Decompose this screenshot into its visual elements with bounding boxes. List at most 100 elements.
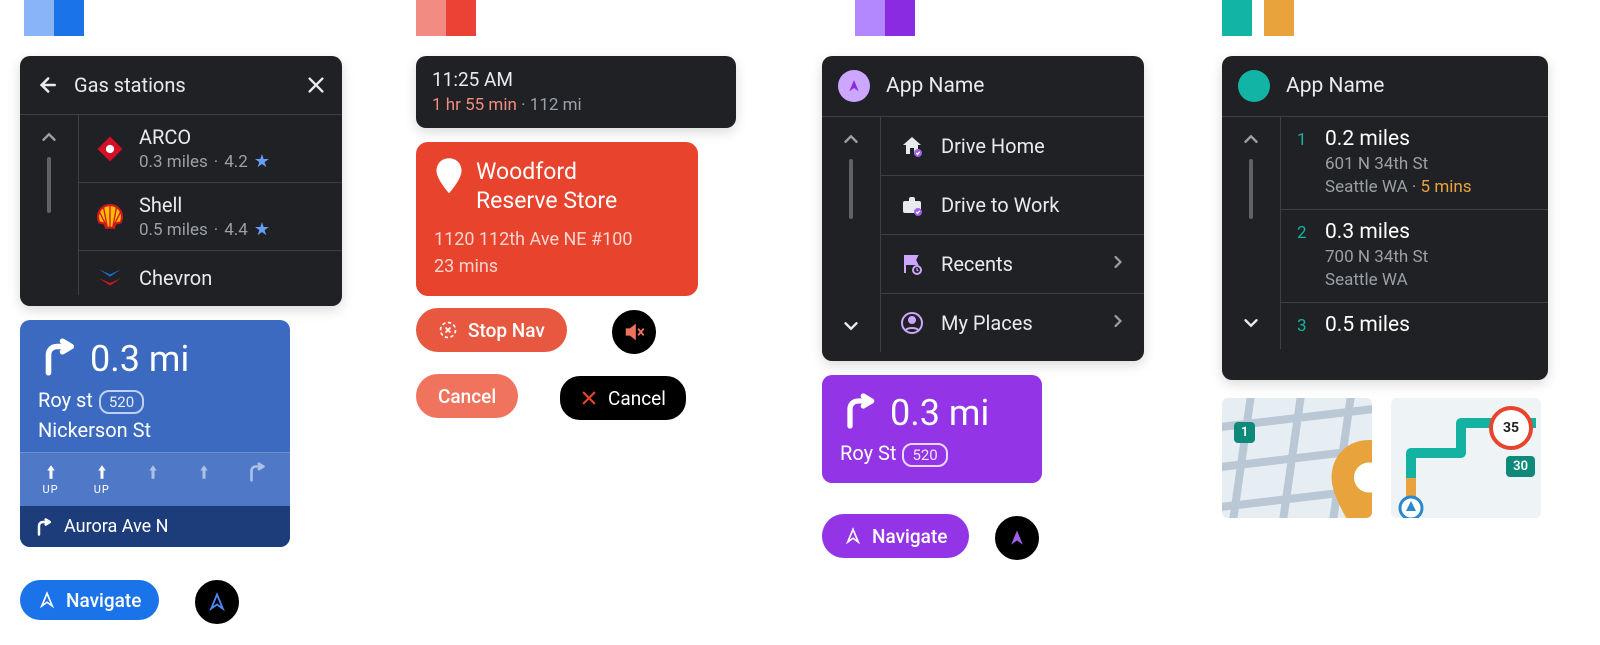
lane-icon (144, 461, 162, 496)
scroll-track (47, 157, 51, 213)
shell-logo-icon (93, 200, 127, 234)
navigate-label: Navigate (872, 525, 947, 548)
result-index: 1 (1297, 127, 1311, 197)
result-row[interactable]: 2 0.3 miles 700 N 34th St Seattle WA (1281, 210, 1548, 303)
close-icon[interactable] (302, 71, 330, 99)
back-icon[interactable] (32, 71, 60, 99)
nav-item-home[interactable]: Drive Home (881, 117, 1144, 176)
cancel-button[interactable]: Cancel (416, 374, 518, 418)
star-icon: ★ (254, 151, 270, 172)
nav-item-work[interactable]: Drive to Work (881, 176, 1144, 235)
result-row[interactable]: 1 0.2 miles 601 N 34th St Seattle WA · 5… (1281, 117, 1548, 210)
red-swatches (416, 0, 476, 36)
arco-logo-icon (93, 132, 127, 166)
marker-icon (1294, 440, 1372, 518)
scroll-track (849, 159, 853, 219)
cancel-label: Cancel (438, 385, 496, 408)
purple-compass-button[interactable] (993, 514, 1041, 562)
app-icon (1238, 70, 1270, 102)
nav-label: Drive Home (941, 134, 1045, 158)
teal-swatches (1222, 0, 1294, 36)
navigate-button[interactable]: Navigate (20, 580, 159, 620)
app-icon (838, 70, 870, 102)
stop-nav-button[interactable]: Stop Nav (416, 308, 567, 352)
destination-card[interactable]: WoodfordReserve Store 1120 112th Ave NE … (416, 142, 698, 296)
result-index: 3 (1297, 313, 1311, 337)
mute-button[interactable] (610, 308, 658, 356)
stop-nav-label: Stop Nav (468, 319, 545, 342)
result-city: Seattle WA · 5 mins (1325, 177, 1472, 197)
app-header: App Name (822, 56, 1144, 116)
station-name: Shell (139, 193, 270, 217)
station-row[interactable]: ARCO 0.3 miles·4.2★ (79, 115, 342, 183)
result-address: 601 N 34th St (1325, 154, 1472, 174)
tbt-distance: 0.3 mi (890, 392, 989, 434)
turn-right-icon (840, 391, 880, 435)
lane-icon: UP (42, 461, 60, 496)
purple-navigate-button[interactable]: Navigate (822, 514, 969, 558)
scroll-track (1249, 159, 1253, 219)
user-icon (897, 308, 927, 338)
app-name: App Name (1286, 74, 1384, 98)
chevron-right-icon (1108, 311, 1128, 335)
purple-app-card: App Name Drive Home Drive to Work Recent… (822, 56, 1144, 361)
star-icon: ★ (254, 219, 270, 240)
tbt-street1: Roy st520 (38, 388, 272, 414)
result-city: Seattle WA (1325, 270, 1428, 290)
scroll-up-icon[interactable] (1237, 125, 1265, 153)
scroll-column (1222, 117, 1281, 349)
result-index: 2 (1297, 220, 1311, 290)
lane-icon (195, 461, 213, 496)
teal-app-card: App Name 1 0.2 miles 601 N 34th St Seatt… (1222, 56, 1548, 380)
chevron-right-icon (1108, 252, 1128, 276)
nav-label: Recents (941, 252, 1013, 276)
station-row[interactable]: Shell 0.5 miles·4.4★ (79, 183, 342, 251)
tbt-street2: Nickerson St (38, 418, 272, 442)
nav-item-recents[interactable]: Recents (881, 235, 1144, 294)
speed-limit: 35 (1489, 406, 1533, 450)
result-distance: 0.5 miles (1325, 313, 1410, 337)
card-title: Gas stations (74, 73, 186, 97)
result-row[interactable]: 3 0.5 miles (1281, 303, 1548, 349)
tbt-street: Roy St520 (840, 441, 1024, 467)
lane-icon (246, 461, 268, 496)
scroll-down-icon[interactable] (1237, 309, 1265, 337)
station-list: ARCO 0.3 miles·4.2★ Shell 0.5 miles·4.4★ (20, 114, 342, 295)
station-row[interactable]: Chevron (79, 251, 342, 295)
briefcase-icon (897, 190, 927, 220)
destination-address: 1120 112th Ave NE #10023 mins (434, 226, 680, 280)
station-meta: 0.3 miles·4.2★ (139, 151, 270, 172)
clock-label: 11:25 AM (432, 68, 720, 91)
card-header: Gas stations (20, 56, 342, 114)
nav-label: Drive to Work (941, 193, 1059, 217)
chevron-logo-icon (93, 261, 127, 295)
app-name: App Name (886, 74, 984, 98)
purple-swatches (855, 0, 915, 36)
route-badge: 520 (902, 443, 947, 467)
scroll-column (822, 117, 881, 352)
compass-button[interactable] (193, 578, 241, 626)
scroll-column (20, 115, 79, 295)
nav-item-my-places[interactable]: My Places (881, 294, 1144, 352)
status-card: 11:25 AM 1 hr 55 min · 112 mi (416, 56, 736, 128)
app-header: App Name (1222, 56, 1548, 116)
map-pin-1: 1 (1234, 422, 1255, 443)
purple-tbt-card: 0.3 mi Roy St520 (822, 375, 1042, 483)
map-thumbnail[interactable]: 1 2 (1222, 398, 1372, 518)
eta-label: 1 hr 55 min · 112 mi (432, 95, 720, 115)
navigate-label: Navigate (66, 589, 141, 612)
lane-icon: UP (93, 461, 111, 496)
scroll-down-icon[interactable] (837, 312, 865, 340)
scroll-up-icon[interactable] (35, 123, 63, 151)
tbt-distance: 0.3 mi (90, 338, 189, 380)
scroll-up-icon[interactable] (837, 125, 865, 153)
map-thumbnail-route[interactable]: 35 30 (1391, 398, 1541, 518)
cancel-outline-button[interactable]: Cancel (558, 374, 688, 422)
next-step-label: Aurora Ave N (64, 516, 169, 537)
nav-label: My Places (941, 311, 1033, 335)
destination-name: WoodfordReserve Store (476, 158, 617, 216)
turn-right-icon (38, 336, 80, 382)
gas-stations-card: Gas stations ARCO 0.3 miles·4.2★ (20, 56, 342, 306)
result-distance: 0.2 miles (1325, 127, 1472, 151)
nav-list: Drive Home Drive to Work Recents My Plac… (822, 116, 1144, 352)
